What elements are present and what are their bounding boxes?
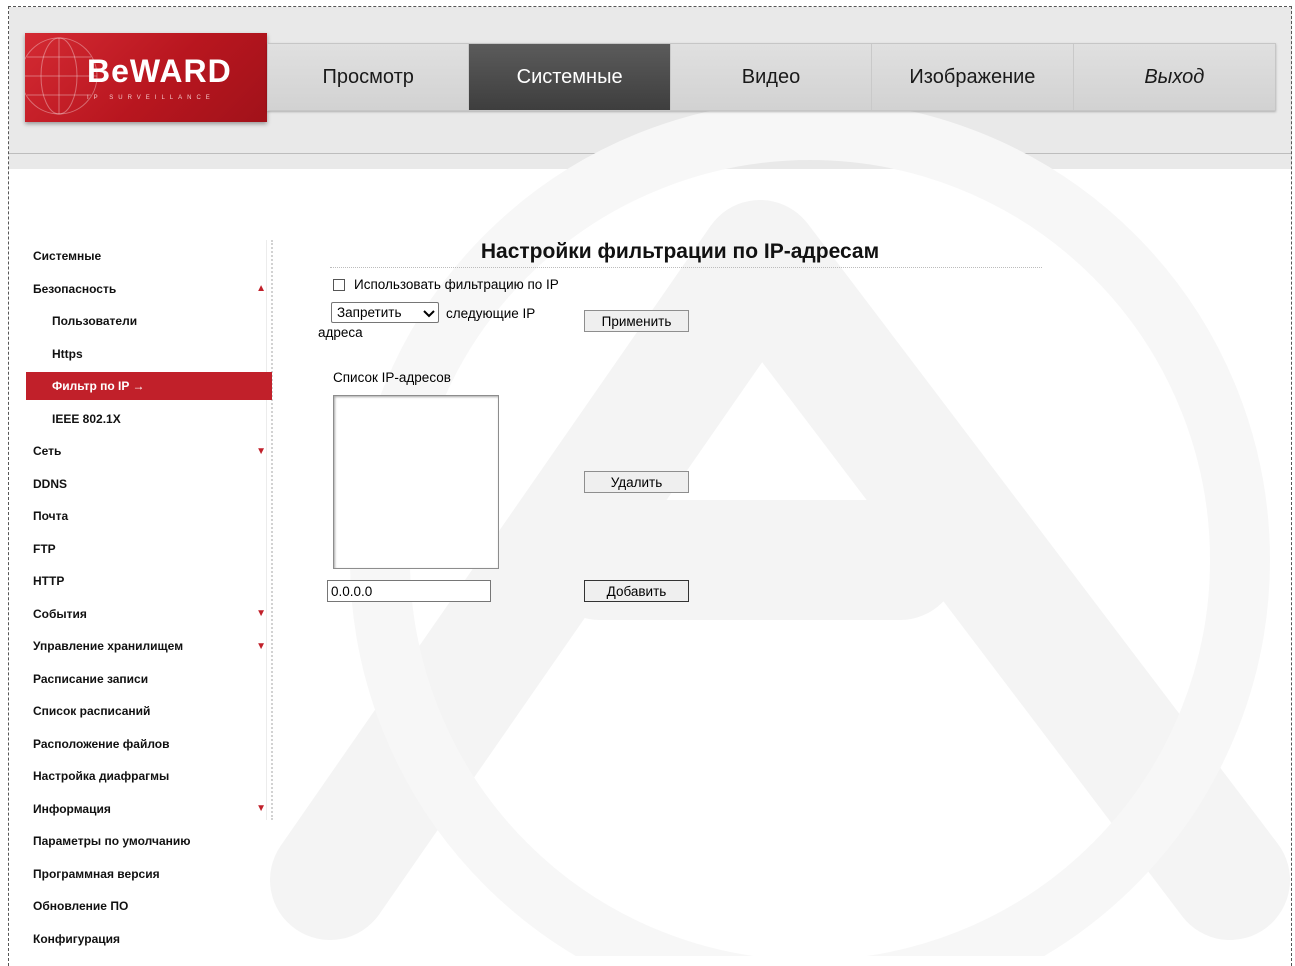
sidebar-item-ftp[interactable]: FTP (26, 533, 272, 566)
sidebar-item-label: Настройка диафрагмы (33, 769, 170, 784)
sidebar-item-storage[interactable]: Управление хранилищем ▼ (26, 630, 272, 663)
down-triangle-icon: ▼ (256, 445, 266, 457)
title-divider (330, 267, 1042, 268)
tab-logout[interactable]: Выход (1074, 44, 1275, 110)
tab-view[interactable]: Просмотр (268, 44, 470, 110)
sidebar-item-schedule-list[interactable]: Список расписаний (26, 695, 272, 728)
sidebar-item-record-schedule[interactable]: Расписание записи (26, 663, 272, 696)
use-filter-row: Использовать фильтрацию по IP (333, 277, 559, 292)
add-button[interactable]: Добавить (584, 580, 689, 602)
filter-mode-suffix: следующие IP (446, 306, 536, 321)
sidebar-item-label: Безопасность (33, 281, 117, 296)
filter-mode-value: Запретить (337, 305, 402, 320)
sidebar-item-label: FTP (33, 541, 56, 556)
sidebar-item-label: DDNS (33, 476, 68, 491)
ip-address-list[interactable] (333, 395, 499, 569)
sidebar-item-firmware-version[interactable]: Программная версия (26, 858, 272, 891)
up-triangle-icon: ▲ (256, 283, 266, 295)
sidebar-item-file-location[interactable]: Расположение файлов (26, 728, 272, 761)
sidebar-item-label: Https (52, 346, 83, 361)
sidebar-item-iris[interactable]: Настройка диафрагмы (26, 760, 272, 793)
down-triangle-icon: ▼ (256, 640, 266, 652)
sidebar-item-firmware-update[interactable]: Обновление ПО (26, 890, 272, 923)
sidebar-item-defaults[interactable]: Параметры по умолчанию (26, 825, 272, 858)
sidebar-item-label: Системные (33, 249, 102, 264)
down-triangle-icon: ▼ (256, 803, 266, 815)
sidebar-item-label: Пользователи (52, 314, 138, 329)
sidebar-item-label: Конфигурация (33, 931, 121, 946)
sidebar-item-users[interactable]: Пользователи (26, 305, 272, 338)
sidebar-item-info[interactable]: Информация ▼ (26, 793, 272, 826)
chevron-down-icon (423, 305, 435, 321)
brand-tagline: IP SURVEILLANCE (87, 95, 215, 101)
sidebar-item-label: Параметры по умолчанию (33, 834, 191, 849)
sidebar-item-label: Обновление ПО (33, 899, 129, 914)
sidebar-item-label: Информация (33, 801, 111, 816)
use-filter-checkbox[interactable] (333, 278, 345, 291)
sidebar-item-label: Почта (33, 509, 69, 524)
sidebar-item-http[interactable]: HTTP (26, 565, 272, 598)
sidebar-item-label: События (33, 606, 87, 621)
down-triangle-icon: ▼ (256, 608, 266, 620)
ip-list-label: Список IP-адресов (333, 370, 451, 385)
sidebar: Системные Безопасность ▲ Пользователи Htt… (26, 240, 272, 955)
brand-logo: BeWARD IP SURVEILLANCE (25, 33, 267, 122)
top-nav: Просмотр Системные Видео Изображение Вых… (267, 43, 1276, 111)
sidebar-item-label: Фильтр по IP → (52, 379, 145, 393)
tab-video[interactable]: Видео (671, 44, 873, 110)
sidebar-item-label: Список расписаний (33, 704, 151, 719)
sidebar-item-ip-filter[interactable]: Фильтр по IP → (26, 372, 272, 400)
page-title: Настройки фильтрации по IP-адресам (480, 240, 880, 263)
sidebar-item-label: Управление хранилищем (33, 639, 184, 654)
filter-mode-suffix-wrap: адреса (318, 325, 363, 340)
use-filter-label: Использовать фильтрацию по IP (354, 277, 559, 292)
sidebar-item-label: Расписание записи (33, 671, 149, 686)
sidebar-item-label: IEEE 802.1X (52, 411, 121, 426)
sidebar-item-events[interactable]: События ▼ (26, 598, 272, 631)
sidebar-item-system[interactable]: Системные (26, 240, 272, 273)
ip-address-input[interactable]: 0.0.0.0 (327, 580, 491, 602)
sidebar-item-https[interactable]: Https (26, 338, 272, 371)
apply-button[interactable]: Применить (584, 310, 689, 332)
filter-mode-select[interactable]: Запретить (331, 302, 439, 323)
sidebar-item-label: Сеть (33, 444, 62, 459)
sidebar-item-label: Расположение файлов (33, 736, 170, 751)
sidebar-item-security[interactable]: Безопасность ▲ (26, 273, 272, 306)
tab-image[interactable]: Изображение (872, 44, 1074, 110)
brand-name: BeWARD (87, 53, 232, 89)
delete-button[interactable]: Удалить (584, 471, 689, 493)
sidebar-item-ddns[interactable]: DDNS (26, 468, 272, 501)
sidebar-item-network[interactable]: Сеть ▼ (26, 435, 272, 468)
sidebar-item-configuration[interactable]: Конфигурация (26, 923, 272, 956)
sidebar-item-label: HTTP (33, 574, 65, 589)
sidebar-item-mail[interactable]: Почта (26, 500, 272, 533)
sidebar-item-ieee8021x[interactable]: IEEE 802.1X (26, 403, 272, 436)
sidebar-item-label: Программная версия (33, 866, 160, 881)
tab-system[interactable]: Системные (469, 44, 671, 110)
